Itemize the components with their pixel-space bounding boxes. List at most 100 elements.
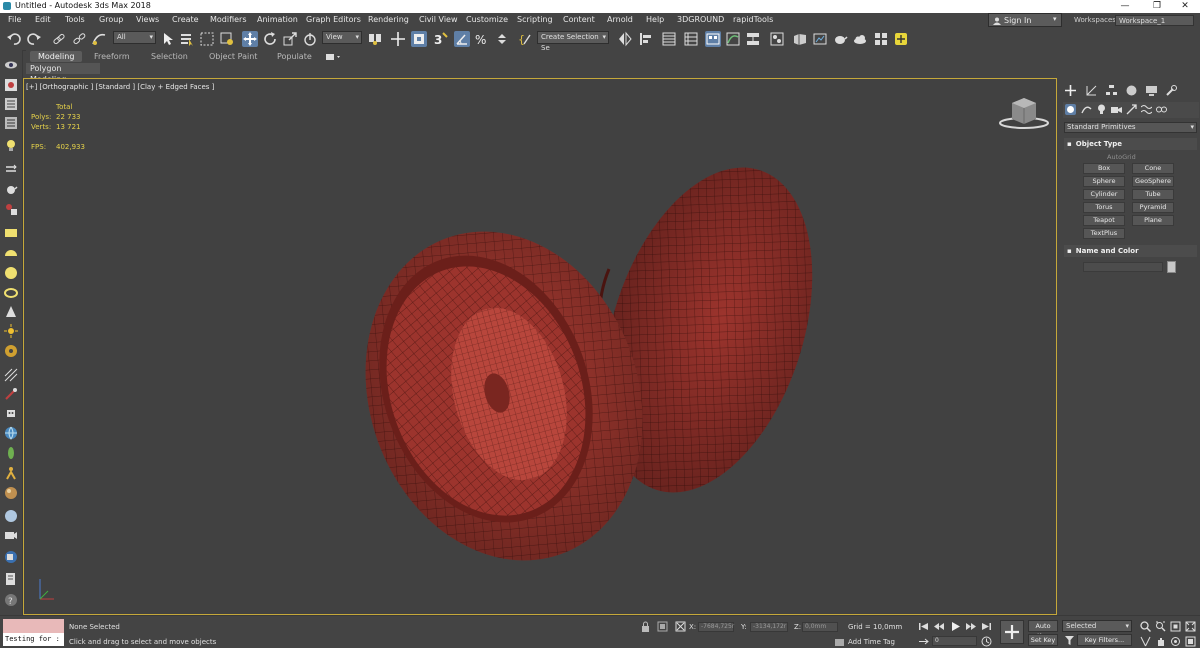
minimize-button[interactable]: — [1110,0,1140,13]
named-selection-sets-dropdown[interactable]: Create Selection Se [537,31,609,52]
zoom-extents-icon[interactable] [1170,621,1181,632]
pyramid-button[interactable]: Pyramid [1132,202,1174,213]
spacewarps-category-icon[interactable] [1141,104,1152,115]
zoom-icon[interactable] [1140,621,1151,632]
menu-create[interactable]: Create [172,15,199,24]
layers-icon[interactable] [4,97,18,111]
bind-to-space-warp-button[interactable] [91,31,107,47]
select-and-rotate-button[interactable] [262,31,278,47]
viewport-orthographic[interactable]: [+] [Orthographic ] [Standard ] [Clay + … [23,78,1057,615]
menu-3dground[interactable]: 3DGROUND [677,15,724,24]
select-by-name-button[interactable] [179,31,195,47]
go-to-start-icon[interactable] [918,621,929,632]
menu-scripting[interactable]: Scripting [517,15,553,24]
hemisphere-icon[interactable] [4,246,18,260]
reference-coord-dropdown[interactable]: View [322,31,362,44]
close-button[interactable]: ✕ [1170,0,1200,13]
menu-tools[interactable]: Tools [65,15,85,24]
viewcube-icon[interactable] [999,98,1049,129]
time-tag-icon[interactable] [834,637,845,648]
material-editor-button[interactable] [769,31,785,47]
motion-tab-icon[interactable] [1126,85,1137,96]
brush-icon[interactable] [4,387,18,401]
lights-category-icon[interactable] [1096,104,1107,115]
display-tab-icon[interactable] [1146,85,1157,96]
curve-editor-button[interactable] [725,31,741,47]
create-tab-icon[interactable] [1065,85,1076,96]
menu-customize[interactable]: Customize [466,15,508,24]
tab-object-paint[interactable]: Object Paint [209,52,257,61]
light-bulb-icon[interactable] [4,138,18,152]
snaps-toggle-button[interactable]: 3 [433,31,449,47]
camera-icon[interactable] [4,528,18,542]
keyboard-shortcut-override-button[interactable] [411,31,427,47]
rectangular-selection-button[interactable] [199,31,215,47]
tab-freeform[interactable]: Freeform [94,52,130,61]
sphere-button[interactable]: Sphere [1083,176,1125,187]
percent-snap-button[interactable]: % [474,31,490,47]
workspace-select[interactable]: Workspace_1 [1115,15,1194,26]
select-manipulate-button[interactable] [390,31,406,47]
orbit-icon[interactable] [1170,636,1181,647]
toggle-layer-explorer-button[interactable] [683,31,699,47]
align-button[interactable] [638,31,654,47]
menu-help[interactable]: Help [646,15,664,24]
maxscript-listener-output[interactable] [3,619,64,633]
previous-frame-icon[interactable] [934,621,945,632]
torus-icon[interactable] [4,286,18,300]
robot-icon[interactable] [4,406,18,420]
character-icon[interactable] [4,466,18,480]
rendered-frame-window-button[interactable] [812,31,828,47]
menu-arnold[interactable]: Arnold [607,15,633,24]
cameras-category-icon[interactable] [1111,104,1122,115]
cone-icon[interactable] [4,305,18,319]
menu-civil-view[interactable]: Civil View [419,15,458,24]
absolute-transform-icon[interactable] [675,621,686,632]
object-type-rollout[interactable]: ▪ Object Type [1064,138,1197,150]
set-keys-button[interactable] [1000,620,1024,644]
add-time-tag-link[interactable]: Add Time Tag [848,638,895,646]
window-crossing-button[interactable] [219,31,235,47]
render-setup-button[interactable] [792,31,808,47]
select-object-button[interactable] [160,31,176,47]
tab-modeling[interactable]: Modeling [30,51,83,62]
menu-file[interactable]: File [8,15,21,24]
material-ball-icon[interactable] [4,486,18,500]
leaf-icon[interactable] [4,446,18,460]
restore-button[interactable]: ❐ [1142,0,1172,13]
object-name-field[interactable] [1083,262,1163,272]
tab-selection[interactable]: Selection [151,52,188,61]
key-mode-icon[interactable] [918,636,929,647]
zoom-extents-all-icon[interactable] [1185,621,1196,632]
toggle-ribbon-button[interactable] [705,31,721,47]
z-coordinate-field[interactable]: 0,0mm [802,622,838,632]
viewport-toggle-icon[interactable] [4,550,18,564]
menu-modifiers[interactable]: Modifiers [210,15,247,24]
key-selection-dropdown[interactable]: Selected [1062,620,1132,632]
menu-graph-editors[interactable]: Graph Editors [306,15,361,24]
geometry-category-icon[interactable] [1065,104,1076,115]
menu-edit[interactable]: Edit [35,15,51,24]
lock-icon[interactable] [640,621,651,632]
shapes-category-icon[interactable] [1081,104,1092,115]
cylinder-button[interactable]: Cylinder [1083,189,1125,200]
tube-button[interactable]: Tube [1132,189,1174,200]
menu-animation[interactable]: Animation [257,15,298,24]
render-in-cloud-button[interactable] [852,31,868,47]
redo-button[interactable] [26,31,42,47]
select-and-move-button[interactable] [242,31,258,47]
list-icon[interactable] [4,116,18,130]
render-production-button[interactable] [832,31,848,47]
field-of-view-icon[interactable] [1140,636,1151,647]
set-key-button[interactable]: Set Key [1028,634,1058,646]
maxscript-mini-listener[interactable]: Testing for : [3,633,64,646]
current-frame-field[interactable]: 0 [932,636,977,646]
menu-content[interactable]: Content [563,15,595,24]
sign-in-dropdown[interactable]: Sign In ▾ [988,13,1062,27]
select-and-scale-button[interactable] [282,31,298,47]
name-and-color-rollout[interactable]: ▪ Name and Color [1064,245,1197,257]
torus-button[interactable]: Torus [1083,202,1125,213]
pan-hand-icon[interactable] [1155,636,1166,647]
render-sphere-icon[interactable] [4,509,18,523]
object-color-swatch[interactable] [1167,261,1176,273]
